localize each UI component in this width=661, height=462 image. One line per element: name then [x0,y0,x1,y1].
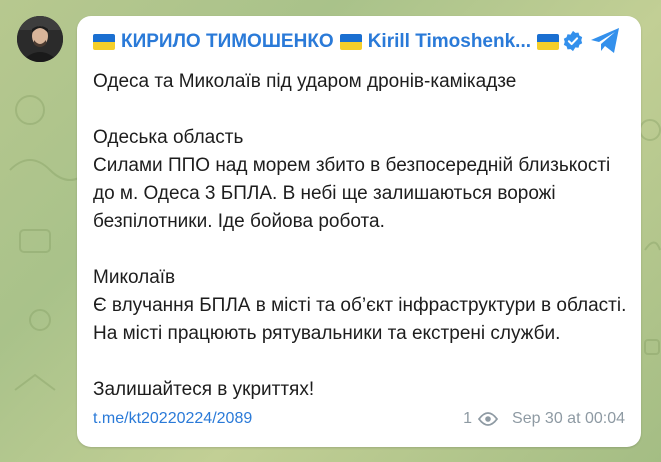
view-count: 1 [463,410,473,427]
ukraine-flag-icon [93,34,115,50]
channel-name-latin[interactable]: Kirill Timoshenk... [368,31,531,53]
message-header: КИРИЛО ТИМОШЕНКО Kirill Timoshenk... [93,29,603,55]
message-card: КИРИЛО ТИМОШЕНКО Kirill Timoshenk... Оде… [77,16,641,447]
message-footer: t.me/kt20220224/2089 1 Sep 30 at 00:04 [93,408,625,430]
channel-name[interactable]: КИРИЛО ТИМОШЕНКО [121,31,334,53]
post-link[interactable]: t.me/kt20220224/2089 [93,410,252,428]
message-timestamp: Sep 30 at 00:04 [512,410,625,427]
telegram-logo-icon[interactable] [589,26,622,56]
ukraine-flag-icon [339,34,362,50]
channel-avatar[interactable] [17,16,63,62]
eye-icon [478,412,499,426]
ukraine-flag-icon [537,34,560,50]
verified-badge-icon [563,30,583,52]
message-text: Одеса та Миколаїв під ударом дронів-камі… [93,71,627,400]
